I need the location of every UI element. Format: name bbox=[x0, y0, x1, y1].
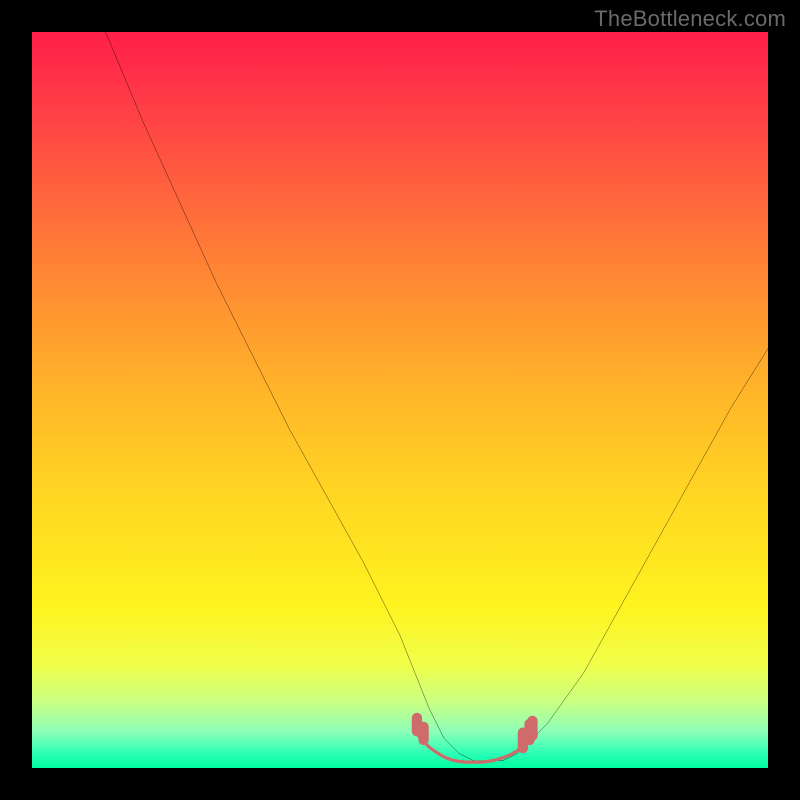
watermark-label: TheBottleneck.com bbox=[594, 6, 786, 32]
trough-highlight bbox=[415, 731, 533, 762]
curve-layer bbox=[32, 32, 768, 768]
curve-path bbox=[106, 32, 768, 761]
chart-stage: TheBottleneck.com bbox=[0, 0, 800, 800]
trough-ticks bbox=[417, 718, 533, 748]
plot-area bbox=[32, 32, 768, 768]
